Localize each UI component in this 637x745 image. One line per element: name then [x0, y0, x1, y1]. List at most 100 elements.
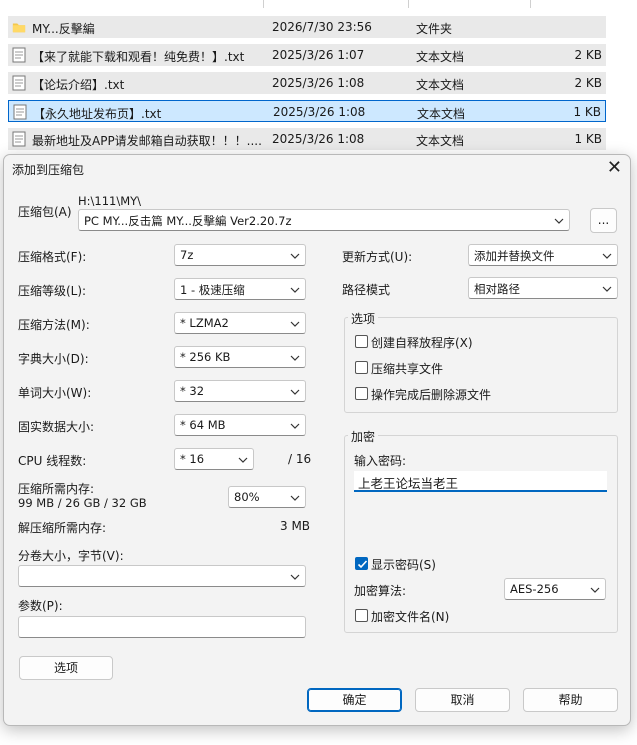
chevron-down-icon: [238, 457, 248, 463]
encryption-method-combo[interactable]: AES-256: [504, 578, 606, 600]
file-date: 2025/3/26 1:08: [273, 105, 366, 119]
options-group-title: 选项: [348, 310, 379, 327]
help-button[interactable]: 帮助: [523, 688, 618, 712]
archive-label: 压缩包(A): [18, 205, 72, 219]
split-label: 分卷大小，字节(V):: [18, 549, 124, 563]
level-combo[interactable]: 1 - 极速压缩: [174, 278, 306, 300]
delete-after-checkbox[interactable]: [355, 387, 368, 400]
cpu-label: CPU 线程数:: [18, 454, 87, 468]
show-password-label: 显示密码(S): [371, 558, 436, 572]
chevron-down-icon: [602, 286, 612, 292]
format-combo[interactable]: 7z: [174, 244, 306, 266]
solid-value: * 64 MB: [180, 418, 226, 432]
update-label: 更新方式(U):: [342, 250, 413, 264]
path-value: 相对路径: [474, 282, 520, 296]
mem-comp-detail: 99 MB / 26 GB / 32 GB: [18, 496, 147, 510]
file-date: 2025/3/26 1:08: [272, 76, 365, 90]
archive-name-value: PC MY...反击篇 MY...反擊編 Ver2.20.7z: [84, 214, 292, 228]
cancel-button[interactable]: 取消: [415, 688, 510, 712]
cpu-total: / 16: [288, 452, 312, 466]
word-value: * 32: [180, 384, 205, 398]
password-value: 上老王论坛当老王: [358, 476, 459, 491]
word-combo[interactable]: * 32: [174, 380, 306, 402]
encryption-group-title: 加密: [348, 428, 379, 445]
file-row-selected[interactable]: 【永久地址发布页】.txt 2025/3/26 1:08 文本文档 1 KB: [8, 100, 606, 122]
chevron-down-icon: [290, 321, 300, 327]
chevron-down-icon: [554, 218, 564, 224]
chevron-down-icon: [602, 253, 612, 259]
file-name: 最新地址及APP请发邮箱自动获取！！！....: [32, 134, 262, 148]
params-label: 参数(P):: [18, 599, 63, 613]
file-date: 2026/7/30 23:56: [272, 20, 372, 34]
file-row-folder[interactable]: MY...反擊編 2026/7/30 23:56 文件夹: [8, 16, 606, 38]
password-input[interactable]: 上老王论坛当老王: [354, 471, 607, 492]
dict-value: * 256 KB: [180, 350, 231, 364]
file-row[interactable]: 最新地址及APP请发邮箱自动获取！！！.... 2025/3/26 1:08 文…: [8, 128, 606, 150]
mem-usage-value: 80%: [234, 490, 260, 504]
mem-comp-label: 压缩所需内存:: [18, 482, 95, 496]
delete-after-label: 操作完成后删除源文件: [371, 388, 492, 402]
archive-path: H:\111\MY\: [78, 194, 142, 208]
file-type: 文本文档: [417, 107, 466, 121]
text-file-icon: [12, 75, 26, 91]
file-row[interactable]: 【来了就能下载和观看！纯免费！】.txt 2025/3/26 1:07 文本文档…: [8, 44, 606, 66]
level-label: 压缩等级(L):: [18, 284, 87, 298]
mem-decomp-label: 解压缩所需内存:: [18, 521, 107, 535]
file-date: 2025/3/26 1:07: [272, 48, 365, 62]
show-password-checkbox[interactable]: [355, 557, 368, 570]
chevron-down-icon: [290, 423, 300, 429]
dict-combo[interactable]: * 256 KB: [174, 346, 306, 368]
path-combo[interactable]: 相对路径: [468, 277, 618, 299]
file-size: 1 KB: [574, 132, 602, 146]
checkmark-icon: [357, 560, 368, 569]
file-type: 文件夹: [416, 22, 453, 36]
add-to-archive-dialog: 添加到压缩包 ✕ 压缩包(A) H:\111\MY\ PC MY...反击篇 M…: [3, 154, 631, 726]
solid-combo[interactable]: * 64 MB: [174, 414, 306, 436]
file-name: 【论坛介绍】.txt: [32, 78, 125, 92]
chevron-down-icon: [290, 287, 300, 293]
word-label: 单词大小(W):: [18, 386, 92, 400]
shared-files-label: 压缩共享文件: [371, 362, 444, 376]
dialog-title: 添加到压缩包: [12, 163, 85, 177]
file-type: 文本文档: [416, 50, 465, 64]
file-name: 【永久地址发布页】.txt: [33, 107, 162, 121]
cpu-combo[interactable]: * 16: [174, 448, 254, 470]
method-combo[interactable]: * LZMA2: [174, 312, 306, 334]
sfx-checkbox[interactable]: [355, 335, 368, 348]
chevron-down-icon: [290, 253, 300, 259]
password-label: 输入密码:: [354, 454, 407, 468]
level-value: 1 - 极速压缩: [180, 283, 245, 297]
encrypt-names-label: 加密文件名(N): [371, 610, 450, 624]
folder-icon: [12, 23, 26, 33]
chevron-down-icon: [590, 587, 600, 593]
cpu-value: * 16: [180, 452, 205, 466]
mem-decomp-value: 3 MB: [280, 519, 311, 533]
file-row[interactable]: 【论坛介绍】.txt 2025/3/26 1:08 文本文档 2 KB: [8, 72, 606, 94]
ok-button[interactable]: 确定: [307, 688, 402, 712]
encryption-method-value: AES-256: [510, 582, 559, 596]
file-size: 1 KB: [573, 105, 601, 119]
column-separator: [408, 0, 409, 8]
archive-name-combo[interactable]: PC MY...反击篇 MY...反擊編 Ver2.20.7z: [78, 209, 570, 231]
shared-files-checkbox[interactable]: [355, 361, 368, 374]
format-value: 7z: [180, 248, 194, 262]
file-date: 2025/3/26 1:08: [272, 132, 365, 146]
close-icon[interactable]: ✕: [607, 157, 622, 178]
file-size: 2 KB: [574, 48, 602, 62]
method-label: 压缩方法(M):: [18, 318, 90, 332]
solid-label: 固实数据大小:: [18, 420, 95, 434]
file-name: MY...反擊編: [32, 22, 95, 36]
method-value: * LZMA2: [180, 316, 229, 330]
options-button[interactable]: 选项: [19, 656, 113, 680]
browse-button[interactable]: ...: [590, 208, 617, 233]
update-combo[interactable]: 添加并替换文件: [468, 244, 618, 266]
chevron-down-icon: [290, 574, 300, 580]
encrypt-names-checkbox[interactable]: [355, 609, 368, 622]
column-separator: [530, 0, 531, 8]
format-label: 压缩格式(F):: [18, 250, 87, 264]
file-size: 2 KB: [574, 76, 602, 90]
mem-usage-combo[interactable]: 80%: [228, 486, 306, 508]
split-combo[interactable]: [18, 565, 306, 587]
sfx-label: 创建自释放程序(X): [371, 336, 473, 350]
params-input[interactable]: [18, 616, 306, 638]
